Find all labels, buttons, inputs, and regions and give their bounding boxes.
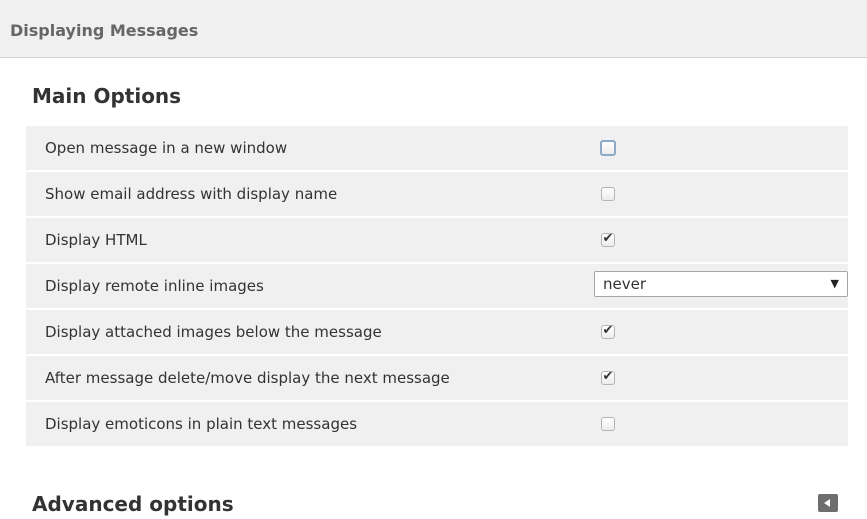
remote-images-select[interactable]: never ▼ — [594, 271, 848, 297]
select-value: never — [603, 275, 647, 293]
option-label: Display HTML — [45, 231, 147, 249]
option-row-open-new-window: Open message in a new window — [26, 126, 848, 170]
emoticons-checkbox[interactable] — [601, 417, 615, 431]
checkmark-icon: ✔ — [602, 323, 614, 338]
triangle-left-icon — [824, 499, 830, 507]
option-row-display-next: After message delete/move display the ne… — [26, 356, 848, 400]
main-options-title: Main Options — [32, 84, 182, 108]
dropdown-arrow-icon: ▼ — [830, 277, 839, 290]
option-row-display-html: Display HTML ✔ — [26, 218, 848, 262]
option-label: Display attached images below the messag… — [45, 323, 382, 341]
option-label: Display emoticons in plain text messages — [45, 415, 358, 433]
option-row-remote-images: Display remote inline images never ▼ — [26, 264, 848, 308]
option-label: Display remote inline images — [45, 277, 264, 295]
collapse-left-icon[interactable] — [818, 494, 838, 512]
option-row-emoticons: Display emoticons in plain text messages — [26, 402, 848, 446]
checkmark-icon: ✔ — [602, 369, 614, 384]
option-row-attached-images: Display attached images below the messag… — [26, 310, 848, 354]
header-title: Displaying Messages — [10, 21, 199, 40]
show-email-checkbox[interactable] — [601, 187, 615, 201]
attached-images-checkbox[interactable]: ✔ — [601, 323, 615, 339]
option-label: Open message in a new window — [45, 139, 288, 157]
checkmark-icon: ✔ — [602, 231, 614, 246]
display-html-checkbox[interactable]: ✔ — [601, 231, 615, 247]
open-new-window-checkbox[interactable] — [600, 140, 616, 156]
page-header: Displaying Messages — [0, 0, 867, 58]
option-row-show-email: Show email address with display name — [26, 172, 848, 216]
main-options-table: Open message in a new window Show email … — [26, 126, 848, 448]
option-label: After message delete/move display the ne… — [45, 369, 450, 387]
advanced-options-title[interactable]: Advanced options — [32, 492, 234, 516]
display-next-checkbox[interactable]: ✔ — [601, 369, 615, 385]
option-label: Show email address with display name — [45, 185, 338, 203]
